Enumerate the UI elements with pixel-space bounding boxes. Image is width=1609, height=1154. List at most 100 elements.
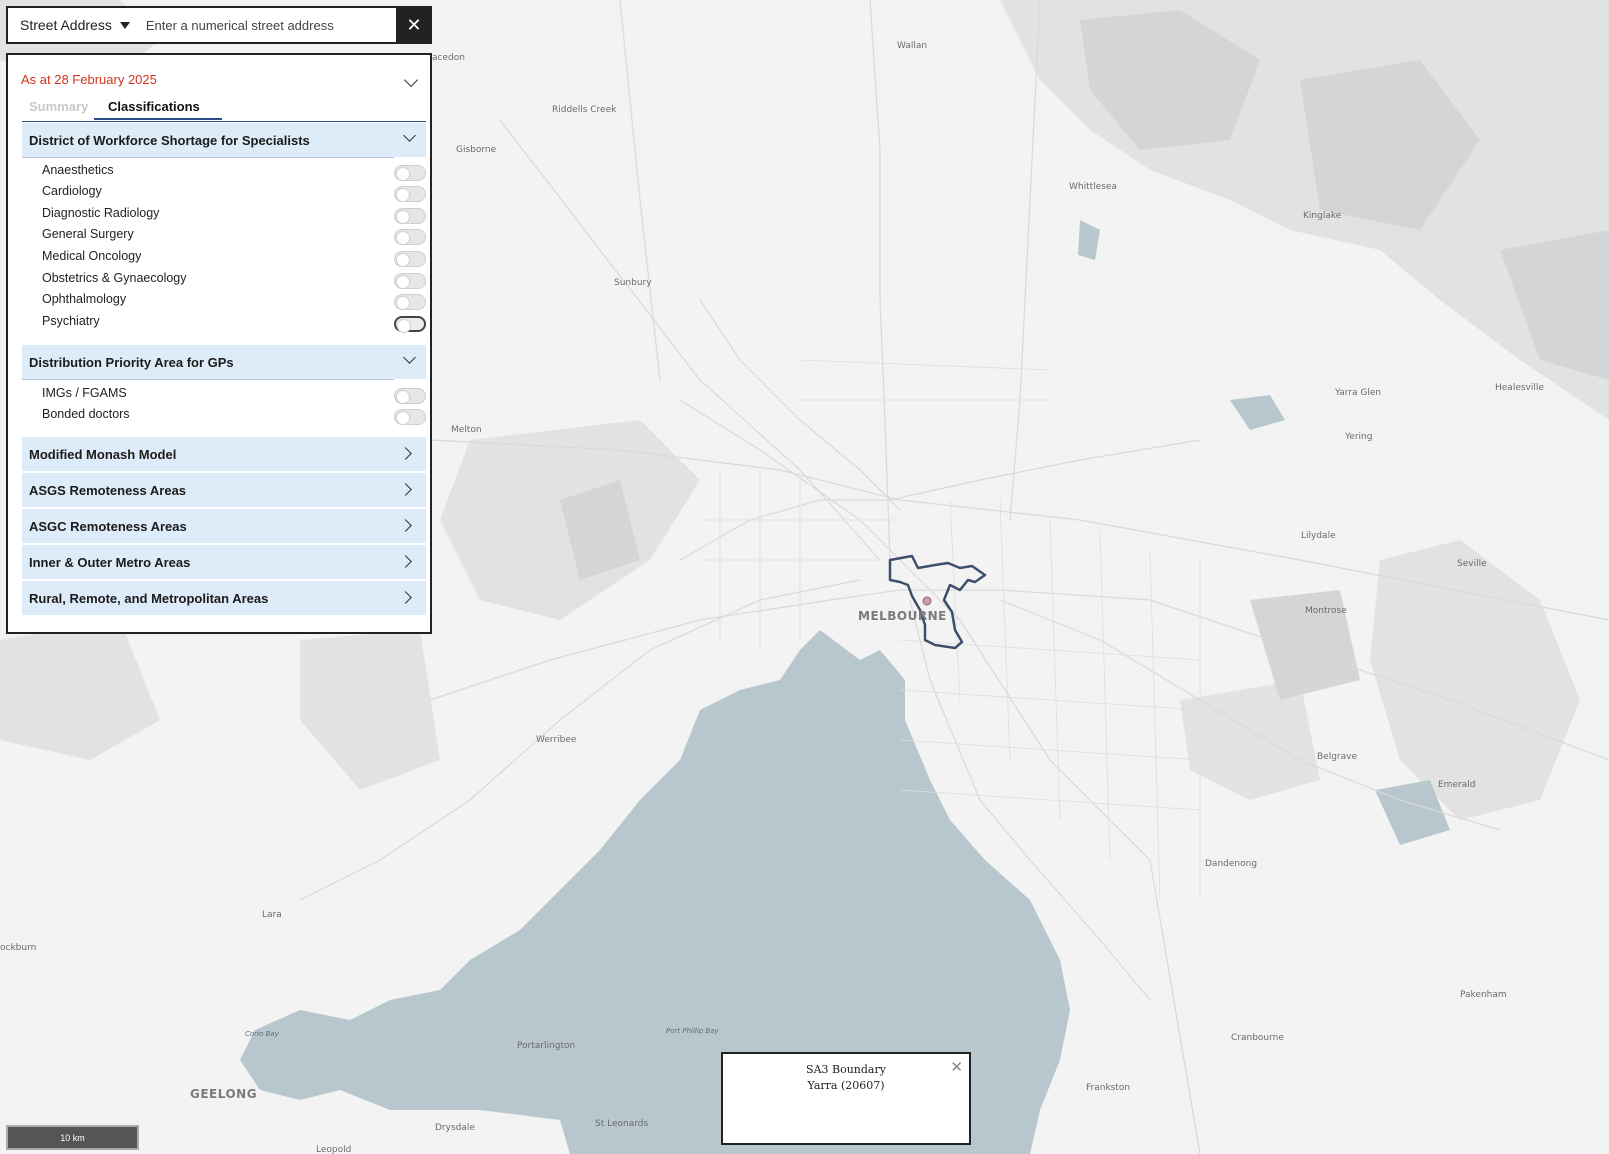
section-dws-header[interactable]: District of Workforce Shortage for Speci… bbox=[22, 123, 426, 157]
place-montrose: Montrose bbox=[1305, 606, 1347, 616]
place-pakenham: Pakenham bbox=[1460, 990, 1507, 1000]
chevron-right-icon bbox=[399, 591, 412, 604]
section-asgs-remoteness-areas[interactable]: ASGS Remoteness Areas bbox=[22, 473, 426, 507]
toggle-row-anaesthetics: Anaesthetics bbox=[42, 161, 426, 181]
toggle-row-ophthalmology: Ophthalmology bbox=[42, 290, 426, 310]
chevron-right-icon bbox=[399, 519, 412, 532]
place-healesville: Healesville bbox=[1495, 383, 1544, 393]
toggle-row-diagnostic-radiology: Diagnostic Radiology bbox=[42, 204, 426, 224]
place-lilydale: Lilydale bbox=[1301, 531, 1336, 541]
place-frankston: Frankston bbox=[1086, 1083, 1130, 1093]
section-dpa-title: Distribution Priority Area for GPs bbox=[29, 355, 234, 370]
popup-close-button[interactable]: ✕ bbox=[950, 1058, 963, 1076]
chevron-down-icon bbox=[403, 129, 416, 142]
place-belgrave: Belgrave bbox=[1317, 752, 1357, 762]
place-melton: Melton bbox=[451, 425, 482, 435]
place-yarra-glen: Yarra Glen bbox=[1334, 388, 1381, 398]
place-drysdale: Drysdale bbox=[435, 1123, 475, 1133]
scale-bar: 10 km bbox=[6, 1125, 139, 1150]
collapse-panel-chevron-icon[interactable] bbox=[403, 72, 419, 88]
search-type-label: Street Address bbox=[20, 17, 112, 33]
toggle-imgs-fgams[interactable] bbox=[394, 388, 426, 404]
section-title: Rural, Remote, and Metropolitan Areas bbox=[29, 591, 269, 606]
section-rural-remote-metro-areas[interactable]: Rural, Remote, and Metropolitan Areas bbox=[22, 581, 426, 615]
toggle-medical-oncology[interactable] bbox=[394, 251, 426, 267]
place-st-leonards: St Leonards bbox=[595, 1119, 648, 1129]
toggle-ophthalmology[interactable] bbox=[394, 294, 426, 310]
place-ockburn: ockburn bbox=[0, 943, 36, 953]
address-search-input[interactable] bbox=[139, 8, 396, 42]
panel-header: As at 28 February 2025 bbox=[8, 55, 430, 99]
water-port-phillip-bay: Port Phillip Bay bbox=[666, 1027, 720, 1035]
place-gisborne: Gisborne bbox=[456, 145, 497, 155]
section-dws-title: District of Workforce Shortage for Speci… bbox=[29, 133, 310, 148]
toggle-row-general-surgery: General Surgery bbox=[42, 225, 426, 245]
section-inner-outer-metro-areas[interactable]: Inner & Outer Metro Areas bbox=[22, 545, 426, 579]
place-whittlesea: Whittlesea bbox=[1069, 182, 1117, 192]
close-icon: ✕ bbox=[406, 14, 422, 35]
divider bbox=[22, 157, 394, 158]
water-corio-bay: Corio Bay bbox=[245, 1030, 280, 1038]
place-emerald: Emerald bbox=[1438, 780, 1475, 790]
toggle-label: Bonded doctors bbox=[42, 407, 130, 421]
toggle-label: Psychiatry bbox=[42, 314, 100, 328]
clear-search-button[interactable]: ✕ bbox=[396, 6, 432, 44]
section-title: ASGS Remoteness Areas bbox=[29, 483, 187, 498]
toggle-label: General Surgery bbox=[42, 227, 134, 241]
toggle-psychiatry[interactable] bbox=[394, 316, 426, 333]
place-dandenong: Dandenong bbox=[1205, 859, 1257, 869]
toggle-row-imgs-fgams: IMGs / FGAMS bbox=[42, 384, 426, 404]
section-title: ASGC Remoteness Areas bbox=[29, 519, 187, 534]
chevron-right-icon bbox=[399, 555, 412, 568]
location-marker bbox=[922, 596, 932, 606]
divider bbox=[22, 379, 394, 380]
toggle-label: Obstetrics & Gynaecology bbox=[42, 271, 187, 285]
toggle-general-surgery[interactable] bbox=[394, 229, 426, 245]
place-melbourne: MELBOURNE bbox=[858, 609, 947, 623]
toggle-label: Medical Oncology bbox=[42, 249, 142, 263]
tab-summary[interactable]: Summary bbox=[29, 99, 88, 119]
toggle-diagnostic-radiology[interactable] bbox=[394, 208, 426, 224]
toggle-row-obstetrics-gynaecology: Obstetrics & Gynaecology bbox=[42, 269, 426, 289]
toggle-bonded-doctors[interactable] bbox=[394, 409, 426, 425]
toggle-label: Diagnostic Radiology bbox=[42, 206, 160, 220]
classification-panel: As at 28 February 2025 Summary Classific… bbox=[6, 53, 432, 634]
place-kinglake: Kinglake bbox=[1303, 211, 1342, 221]
chevron-right-icon bbox=[399, 483, 412, 496]
toggle-label: Anaesthetics bbox=[42, 163, 114, 177]
as-at-date: As at 28 February 2025 bbox=[21, 72, 157, 87]
toggle-label: Ophthalmology bbox=[42, 292, 127, 306]
place-riddells-creek: Riddells Creek bbox=[552, 105, 617, 115]
section-title: Modified Monash Model bbox=[29, 447, 177, 462]
place-wallan: Wallan bbox=[897, 41, 927, 51]
toggle-row-psychiatry: Psychiatry bbox=[42, 312, 426, 333]
place-geelong: GEELONG bbox=[190, 1087, 257, 1101]
place-seville: Seville bbox=[1457, 559, 1487, 569]
place-leopold: Leopold bbox=[316, 1145, 351, 1154]
place-sunbury: Sunbury bbox=[614, 278, 652, 288]
chevron-right-icon bbox=[399, 447, 412, 460]
toggle-obstetrics-gynaecology[interactable] bbox=[394, 273, 426, 289]
place-yering: Yering bbox=[1344, 432, 1372, 442]
place-portarlington: Portarlington bbox=[517, 1041, 575, 1051]
caret-down-icon bbox=[119, 21, 130, 29]
toggle-row-cardiology: Cardiology bbox=[42, 182, 426, 202]
place-lara: Lara bbox=[262, 910, 282, 920]
place-cranbourne: Cranbourne bbox=[1231, 1033, 1284, 1043]
search-type-dropdown[interactable]: Street Address bbox=[8, 17, 140, 33]
toggle-row-bonded-doctors: Bonded doctors bbox=[42, 405, 426, 425]
toggle-cardiology[interactable] bbox=[394, 186, 426, 202]
popup-title: SA3 Boundary bbox=[806, 1063, 886, 1076]
tab-classifications[interactable]: Classifications bbox=[94, 99, 222, 120]
toggle-label: Cardiology bbox=[42, 184, 102, 198]
section-asgc-remoteness-areas[interactable]: ASGC Remoteness Areas bbox=[22, 509, 426, 543]
section-dpa-header[interactable]: Distribution Priority Area for GPs bbox=[22, 345, 426, 379]
boundary-info-popup: ✕ SA3 Boundary Yarra (20607) bbox=[721, 1052, 971, 1145]
toggle-label: IMGs / FGAMS bbox=[42, 386, 127, 400]
toggle-anaesthetics[interactable] bbox=[394, 165, 426, 181]
toggle-row-medical-oncology: Medical Oncology bbox=[42, 247, 426, 267]
place-macedon: acedon bbox=[432, 53, 465, 63]
panel-tabs: Summary Classifications bbox=[22, 97, 426, 122]
address-search-bar: Street Address ✕ bbox=[6, 6, 432, 44]
section-modified-monash-model[interactable]: Modified Monash Model bbox=[22, 437, 426, 471]
